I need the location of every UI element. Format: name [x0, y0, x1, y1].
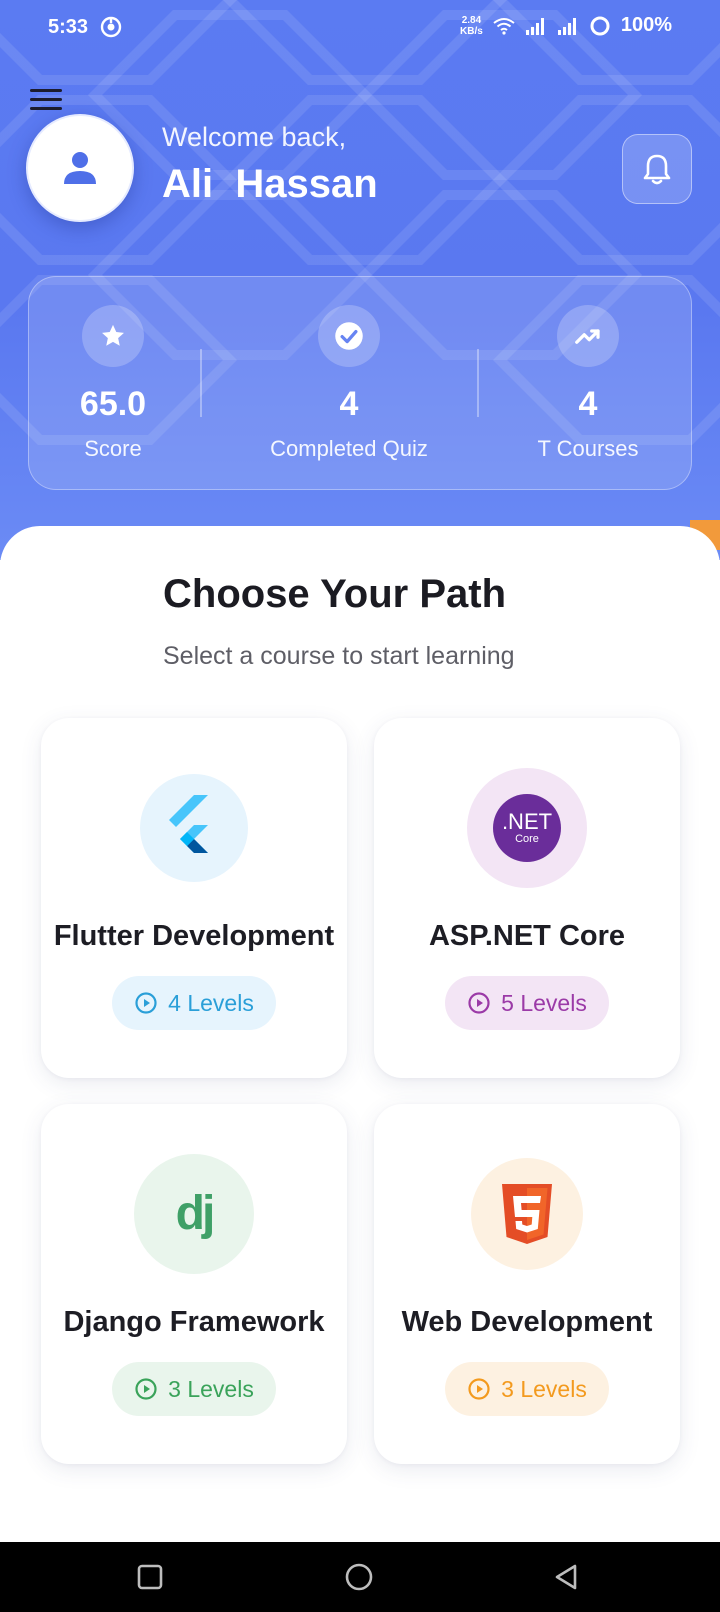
avatar[interactable]: [26, 114, 134, 222]
dotnet-logo-icon: .NET Core: [493, 794, 561, 862]
html5-logo-icon: [502, 1184, 552, 1244]
course-icon-badge: [471, 1158, 583, 1270]
levels-badge: 3 Levels: [445, 1362, 609, 1416]
stat-value: 4: [578, 385, 598, 423]
app-notification-icon: [100, 16, 122, 38]
course-card-django[interactable]: dj Django Framework 3 Levels: [41, 1104, 347, 1464]
course-card-flutter[interactable]: Flutter Development 4 Levels: [41, 718, 347, 1078]
battery-percentage: 100%: [620, 14, 672, 36]
status-time: 5:33: [48, 16, 89, 38]
play-circle-icon: [135, 1378, 157, 1400]
course-name: Web Development: [401, 1306, 653, 1338]
notifications-button[interactable]: [622, 134, 692, 204]
network-speed-value: 2.84: [461, 14, 482, 26]
stat-divider: [477, 349, 479, 417]
section-title: Choose Your Path: [163, 572, 507, 616]
levels-badge: 5 Levels: [445, 976, 609, 1030]
person-icon: [64, 152, 96, 184]
stat-completed-quiz: 4 Completed Quiz: [221, 277, 477, 491]
stat-value: 65.0: [79, 385, 147, 423]
bell-icon: [643, 154, 671, 185]
course-card-web-development[interactable]: Web Development 3 Levels: [374, 1104, 680, 1464]
course-card-aspnet[interactable]: .NET Core ASP.NET Core 5 Levels: [374, 718, 680, 1078]
course-icon-badge: [140, 774, 248, 882]
flutter-logo-icon: [169, 795, 208, 853]
course-name: Flutter Development: [53, 920, 335, 952]
home-circle-icon[interactable]: [343, 1561, 375, 1593]
user-name: Ali Hassan: [162, 162, 378, 206]
stat-value: 4: [339, 385, 359, 423]
welcome-text: Welcome back,: [162, 122, 347, 152]
levels-label: 3 Levels: [168, 1375, 254, 1402]
stat-icon-badge: [82, 305, 144, 367]
play-circle-icon: [135, 992, 157, 1014]
back-triangle-icon[interactable]: [551, 1561, 583, 1593]
check-circle-icon: [335, 322, 363, 350]
levels-badge: 4 Levels: [112, 976, 276, 1030]
dotnet-logo-text: .NET: [501, 808, 553, 834]
signal-icon: [557, 17, 576, 35]
levels-label: 4 Levels: [168, 989, 254, 1016]
course-name: Django Framework: [63, 1306, 325, 1338]
network-speed-unit: KB/s: [460, 25, 483, 37]
levels-label: 5 Levels: [501, 989, 587, 1016]
dotnet-logo-subtext: Core: [515, 832, 539, 845]
stat-label: T Courses: [537, 436, 639, 461]
course-icon-badge: .NET Core: [467, 768, 587, 888]
system-nav-bar: [0, 1542, 720, 1612]
signal-icon: [525, 17, 544, 35]
recents-square-icon[interactable]: [134, 1561, 166, 1593]
stat-label: Score: [84, 436, 142, 461]
stat-score: 65.0 Score: [45, 277, 181, 491]
levels-label: 3 Levels: [501, 1375, 587, 1402]
battery-ring-icon: [590, 16, 610, 35]
stats-card: 65.0 Score 4 Completed Quiz 4 T Courses: [28, 276, 692, 490]
wifi-icon: [493, 17, 515, 35]
django-logo-icon: dj: [175, 1187, 216, 1240]
courses-sheet: Choose Your Path Select a course to star…: [0, 526, 720, 1542]
network-speed: 2.84 KB/s: [460, 15, 483, 37]
star-icon: [102, 324, 124, 346]
levels-badge: 3 Levels: [112, 1362, 276, 1416]
section-subtitle: Select a course to start learning: [163, 642, 515, 670]
status-bar: 5:33 2.84 KB/s 100%: [0, 0, 720, 56]
menu-icon[interactable]: [30, 88, 64, 112]
play-circle-icon: [468, 992, 490, 1014]
stat-label: Completed Quiz: [270, 436, 428, 461]
play-circle-icon: [468, 1378, 490, 1400]
trending-up-icon: [575, 329, 600, 344]
stat-total-courses: 4 T Courses: [497, 277, 679, 491]
course-icon-badge: dj: [134, 1154, 254, 1274]
status-indicators: 2.84 KB/s 100%: [460, 14, 672, 37]
course-name: ASP.NET Core: [428, 920, 626, 952]
stat-icon-badge: [318, 305, 380, 367]
stat-divider: [200, 349, 202, 417]
stat-icon-badge: [557, 305, 619, 367]
